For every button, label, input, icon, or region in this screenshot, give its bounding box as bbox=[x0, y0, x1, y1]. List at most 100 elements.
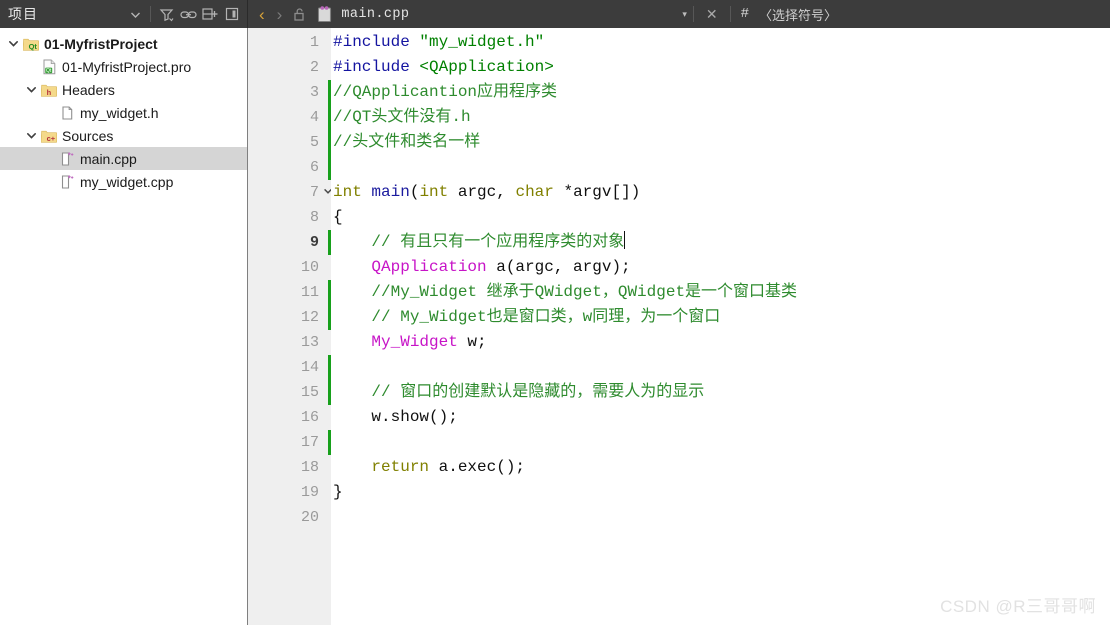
code-line[interactable]: // 有且只有一个应用程序类的对象 bbox=[333, 230, 626, 255]
code-token-cmt: //头文件和类名一样 bbox=[333, 133, 481, 151]
code-token-pl: *argv[]) bbox=[553, 183, 641, 201]
code-token-pre: #include bbox=[333, 58, 420, 76]
line-number: 19 bbox=[300, 484, 319, 501]
code-line[interactable]: //My_Widget 继承于QWidget，QWidget是一个窗口基类 bbox=[333, 280, 797, 305]
code-token-pl: a(argc, argv); bbox=[486, 258, 631, 276]
code-line[interactable]: #include <QApplication> bbox=[333, 55, 554, 80]
chevron-down-icon[interactable] bbox=[24, 130, 39, 141]
tree-item-my-widget-cpp[interactable]: my_widget.cpp bbox=[0, 170, 247, 193]
code-token-pl: w; bbox=[457, 333, 487, 351]
line-number: 15 bbox=[300, 384, 319, 401]
code-token-cmt: //QApplicantion应用程序类 bbox=[333, 83, 558, 101]
cpp-file-icon bbox=[57, 174, 77, 190]
qt-creator-window: 项目 ‹ › main.cpp ▾ ✕ # 〈选择符号〉 Qt 01-Myfri… bbox=[0, 0, 1110, 625]
line-number-gutter: 1 2 3 4 5 6 7 8 9 10 11 12 13 14 15 16 17 18 19 20 bbox=[248, 28, 332, 625]
navigate-back-button[interactable]: ‹ bbox=[254, 6, 270, 23]
svg-text:c+: c+ bbox=[47, 134, 56, 143]
chevron-down-icon[interactable] bbox=[24, 84, 39, 95]
toolbar-divider bbox=[150, 6, 151, 22]
tree-item-label: my_widget.h bbox=[80, 104, 159, 121]
code-token-str: "my_widget.h" bbox=[419, 33, 545, 51]
code-token-kw: char bbox=[515, 183, 554, 201]
line-number: 16 bbox=[300, 409, 319, 426]
code-line[interactable]: //头文件和类名一样 bbox=[333, 130, 480, 155]
code-token-cmt: // 窗口的创建默认是隐藏的，需要人为的显示 bbox=[371, 383, 705, 401]
code-line[interactable]: #include "my_widget.h" bbox=[333, 30, 544, 55]
line-number: 2 bbox=[309, 59, 319, 76]
code-token-fn: main bbox=[371, 183, 410, 201]
code-line[interactable]: return a.exec(); bbox=[333, 455, 525, 480]
headers-folder-icon: h bbox=[39, 83, 59, 97]
code-line[interactable]: { bbox=[333, 205, 343, 230]
code-token-type: QApplication bbox=[371, 258, 487, 276]
line-number: 13 bbox=[300, 334, 319, 351]
code-token-pl: a.exec(); bbox=[429, 458, 526, 476]
close-panel-icon[interactable] bbox=[221, 3, 243, 25]
line-number: 18 bbox=[300, 459, 319, 476]
code-line[interactable]: } bbox=[333, 480, 343, 505]
code-token-type: My_Widget bbox=[371, 333, 458, 351]
tree-item-my-widget-h[interactable]: my_widget.h bbox=[0, 101, 247, 124]
hash-icon[interactable]: # bbox=[737, 6, 753, 22]
code-line[interactable]: //QT头文件没有.h bbox=[333, 105, 471, 130]
svg-text:h: h bbox=[47, 88, 52, 97]
tree-item-01-myfristproject[interactable]: Qt 01-MyfristProject bbox=[0, 32, 247, 55]
line-number: 4 bbox=[309, 109, 319, 126]
cpp-file-icon bbox=[57, 151, 77, 167]
toolbar-divider-3 bbox=[729, 6, 731, 22]
chevron-down-icon[interactable] bbox=[6, 38, 21, 49]
code-line[interactable]: // My_Widget也是窗口类，w同理，为一个窗口 bbox=[333, 305, 720, 330]
sources-folder-icon: c+ bbox=[39, 129, 59, 143]
line-number: 7 bbox=[309, 184, 319, 201]
svg-text:Qt: Qt bbox=[46, 68, 52, 74]
code-token-kw: int bbox=[333, 183, 362, 201]
tree-item-label: main.cpp bbox=[80, 150, 137, 167]
tree-item-sources[interactable]: c+ Sources bbox=[0, 124, 247, 147]
code-area: 1 2 3 4 5 6 7 8 9 10 11 12 13 14 15 16 17 18 19 20 #include… bbox=[248, 28, 1110, 625]
code-token-cmt: // 有且只有一个应用程序类的对象 bbox=[371, 233, 625, 251]
code-token-str: <QApplication> bbox=[419, 58, 554, 76]
project-tree: Qt 01-MyfristProject Qt 01-MyfristProject.p… bbox=[0, 28, 248, 625]
open-file-name[interactable]: main.cpp bbox=[341, 7, 409, 22]
tree-item-label: my_widget.cpp bbox=[80, 173, 174, 190]
toolbar-divider-2 bbox=[692, 6, 694, 22]
line-number: 1 bbox=[309, 34, 319, 51]
tree-item-main-cpp[interactable]: main.cpp bbox=[0, 147, 247, 170]
filter-icon[interactable] bbox=[155, 3, 177, 25]
code-line[interactable]: QApplication a(argc, argv); bbox=[333, 255, 631, 280]
chevron-down-icon[interactable] bbox=[124, 3, 146, 25]
tree-item-label: Sources bbox=[62, 127, 114, 144]
close-file-button[interactable]: ✕ bbox=[700, 6, 724, 23]
code-token-cmt: //QT头文件没有.h bbox=[333, 108, 471, 126]
tree-item-01-myfristproject-pro[interactable]: Qt 01-MyfristProject.pro bbox=[0, 55, 247, 78]
symbol-selector[interactable]: 〈选择符号〉 bbox=[759, 5, 837, 24]
file-dropdown-icon[interactable]: ▾ bbox=[682, 9, 687, 20]
tree-item-headers[interactable]: h Headers bbox=[0, 78, 247, 101]
svg-text:Qt: Qt bbox=[29, 42, 38, 51]
project-panel-header: 项目 bbox=[0, 0, 248, 28]
code-editor[interactable]: 1 2 3 4 5 6 7 8 9 10 11 12 13 14 15 16 17 18 19 20 #include… bbox=[248, 28, 1110, 625]
line-number: 8 bbox=[309, 209, 319, 226]
unlocked-padlock-icon[interactable] bbox=[289, 3, 311, 25]
code-token-pl: argc, bbox=[448, 183, 516, 201]
navigate-forward-button[interactable]: › bbox=[272, 6, 288, 23]
line-number: 12 bbox=[300, 309, 319, 326]
link-icon[interactable] bbox=[177, 3, 199, 25]
tree-item-label: Headers bbox=[62, 81, 115, 98]
code-line[interactable]: //QApplicantion应用程序类 bbox=[333, 80, 557, 105]
line-number: 9 bbox=[309, 234, 319, 251]
split-add-icon[interactable] bbox=[199, 3, 221, 25]
code-line[interactable]: int main(int argc, char *argv[]) bbox=[333, 180, 640, 205]
code-line[interactable]: // 窗口的创建默认是隐藏的，需要人为的显示 bbox=[333, 380, 704, 405]
text-cursor bbox=[624, 231, 626, 249]
code-text-column[interactable]: #include "my_widget.h" #include <QApplica… bbox=[331, 28, 1110, 625]
code-token-pl: w.show(); bbox=[333, 408, 458, 426]
code-line[interactable]: My_Widget w; bbox=[333, 330, 487, 355]
code-line[interactable]: w.show(); bbox=[333, 405, 458, 430]
qt-pro-file-icon: Qt bbox=[39, 59, 59, 75]
